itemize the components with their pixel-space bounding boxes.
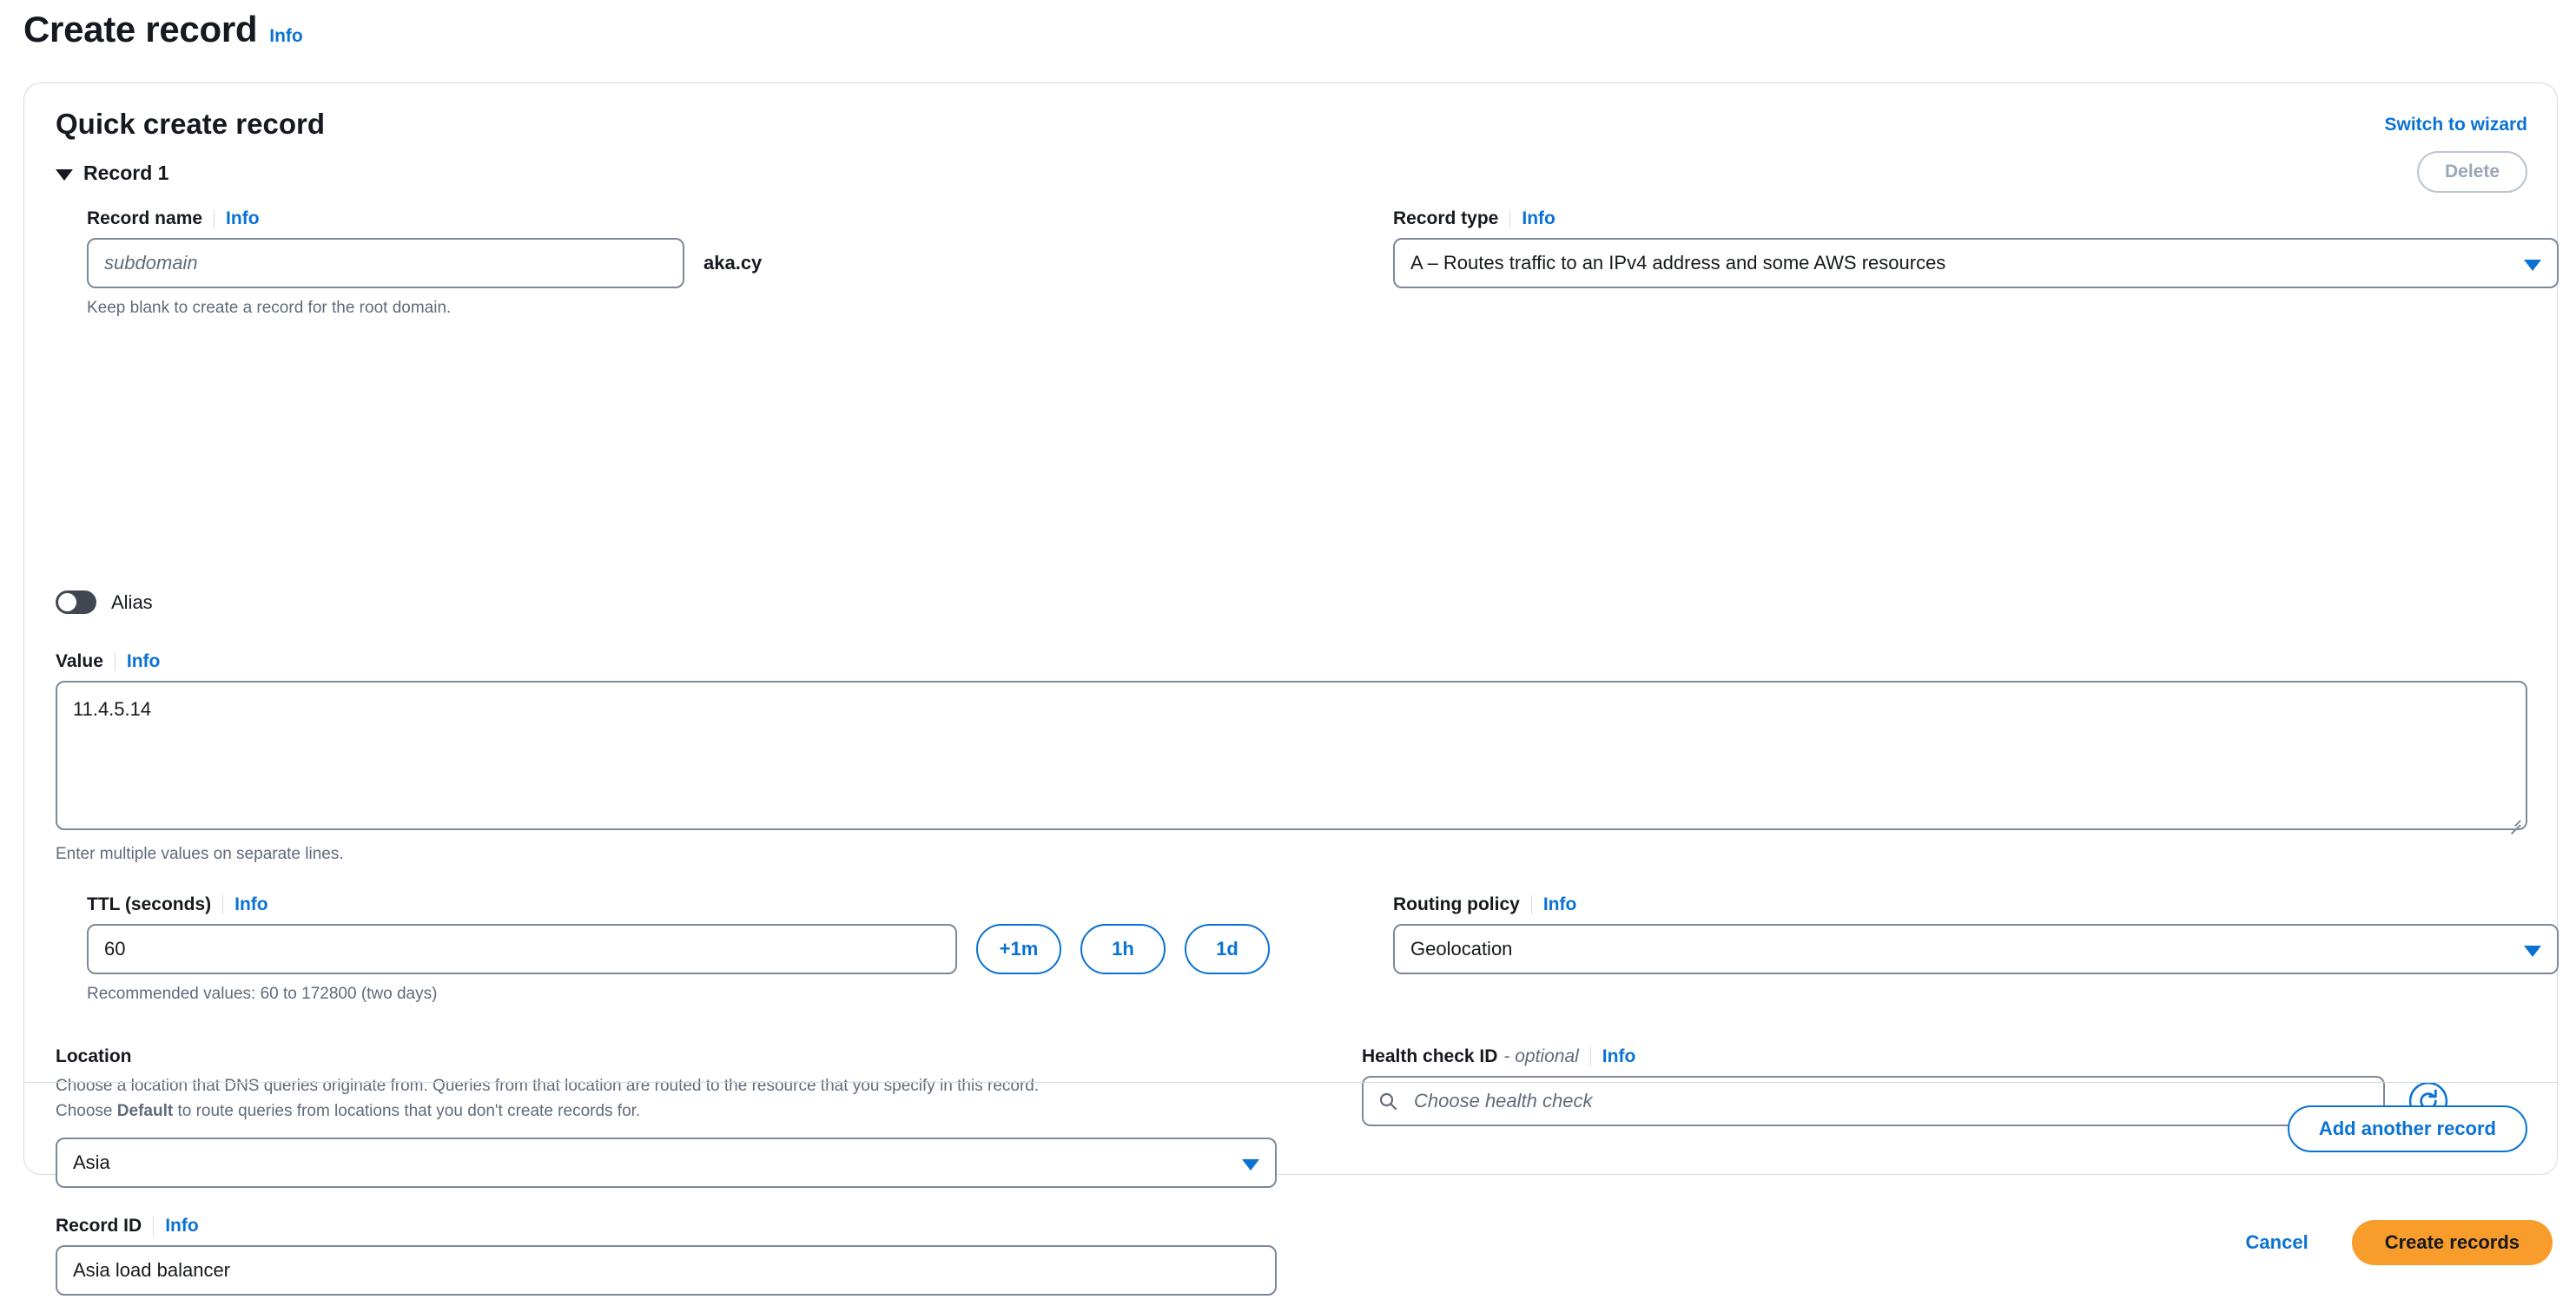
chevron-down-icon bbox=[2524, 946, 2541, 957]
record-id-label: Record ID Info bbox=[56, 1216, 199, 1237]
domain-suffix-label: aka.cy bbox=[703, 252, 763, 274]
routing-policy-label: Routing policy Info bbox=[1393, 894, 1577, 915]
routing-policy-info-link[interactable]: Info bbox=[1543, 894, 1576, 915]
record-type-label: Record type Info bbox=[1393, 208, 1556, 229]
card-title: Quick create record bbox=[56, 108, 325, 140]
ttl-input-group: +1m 1h 1d bbox=[87, 924, 1303, 974]
value-textarea[interactable] bbox=[56, 681, 2527, 830]
page-info-link[interactable]: Info bbox=[269, 26, 302, 47]
ttl-preset-1m-button[interactable]: +1m bbox=[976, 924, 1061, 974]
record-id-input[interactable] bbox=[56, 1245, 1277, 1296]
routing-policy-selected-value: Geolocation bbox=[1410, 938, 1513, 960]
ttl-hint: Recommended values: 60 to 172800 (two da… bbox=[87, 985, 438, 1003]
record-name-field: Record name Info aka.cy Keep blank to cr… bbox=[87, 208, 869, 320]
delete-record-button[interactable]: Delete bbox=[2416, 151, 2527, 193]
ttl-input[interactable] bbox=[87, 924, 957, 974]
record-name-input[interactable] bbox=[87, 238, 684, 288]
quick-create-record-card: Quick create record Switch to wizard Rec… bbox=[23, 82, 2559, 1296]
health-check-label: Health check ID - optional Info bbox=[1362, 1046, 1636, 1067]
label-divider bbox=[1509, 209, 1511, 228]
page-header: Create record Info bbox=[23, 9, 303, 50]
ttl-preset-1d-button[interactable]: 1d bbox=[1185, 924, 1270, 974]
alias-label: Alias bbox=[111, 590, 153, 613]
record-header-row: Record 1 Delete bbox=[24, 151, 2557, 208]
ttl-label: TTL (seconds) Info bbox=[87, 894, 268, 915]
record-type-info-link[interactable]: Info bbox=[1522, 208, 1555, 229]
alias-toggle-knob bbox=[58, 593, 76, 611]
record-type-select[interactable]: A – Routes traffic to an IPv4 address an… bbox=[1393, 238, 2559, 288]
label-divider bbox=[114, 652, 116, 671]
routing-policy-field: Routing policy Info Geolocation bbox=[1393, 894, 2559, 974]
record-id-field: Record ID Info bbox=[56, 1216, 1277, 1296]
chevron-down-icon bbox=[2524, 260, 2541, 271]
switch-to-wizard-link[interactable]: Switch to wizard bbox=[2384, 115, 2527, 135]
label-divider bbox=[153, 1217, 155, 1236]
ttl-preset-1h-button[interactable]: 1h bbox=[1080, 924, 1166, 974]
record-label: Record 1 bbox=[83, 162, 169, 184]
record-name-hint: Keep blank to create a record for the ro… bbox=[87, 299, 452, 317]
page-actions: Cancel Create records bbox=[2242, 1220, 2553, 1265]
location-label: Location bbox=[56, 1046, 132, 1066]
record-type-field: Record type Info A – Routes traffic to a… bbox=[1393, 208, 2559, 288]
create-records-button[interactable]: Create records bbox=[2351, 1220, 2553, 1265]
alias-toggle-row[interactable]: Alias bbox=[56, 590, 153, 614]
record-type-selected-value: A – Routes traffic to an IPv4 address an… bbox=[1410, 252, 1946, 274]
alias-toggle[interactable] bbox=[56, 590, 96, 614]
record-name-info-link[interactable]: Info bbox=[226, 208, 259, 229]
record-name-input-group: aka.cy bbox=[87, 238, 869, 288]
health-check-optional-tag: - optional bbox=[1503, 1046, 1579, 1066]
value-info-link[interactable]: Info bbox=[127, 651, 160, 672]
chevron-down-icon bbox=[56, 168, 73, 181]
label-divider bbox=[222, 895, 224, 914]
label-divider bbox=[1530, 895, 1532, 914]
record-id-info-link[interactable]: Info bbox=[165, 1216, 198, 1237]
add-another-record-button[interactable]: Add another record bbox=[2287, 1105, 2527, 1152]
ttl-info-link[interactable]: Info bbox=[234, 894, 268, 915]
page-title: Create record bbox=[23, 9, 258, 49]
record-collapse-toggle[interactable]: Record 1 bbox=[56, 162, 168, 185]
value-field: Value Info Enter multiple values on sepa… bbox=[56, 651, 2527, 867]
value-label: Value Info bbox=[56, 651, 161, 672]
ttl-field: TTL (seconds) Info +1m 1h 1d Recommended… bbox=[87, 894, 1303, 1006]
record-name-label: Record name Info bbox=[87, 208, 260, 229]
create-record-page: Create record Info Quick create record S… bbox=[0, 0, 2576, 1306]
label-divider bbox=[1589, 1047, 1591, 1066]
label-divider bbox=[214, 209, 215, 228]
cancel-button[interactable]: Cancel bbox=[2242, 1223, 2312, 1263]
routing-policy-select[interactable]: Geolocation bbox=[1393, 924, 2559, 974]
card-footer: Add another record bbox=[24, 1082, 2557, 1174]
card-header: Quick create record Switch to wizard bbox=[24, 83, 2557, 156]
value-hint: Enter multiple values on separate lines. bbox=[56, 845, 344, 863]
health-check-info-link[interactable]: Info bbox=[1602, 1046, 1635, 1067]
